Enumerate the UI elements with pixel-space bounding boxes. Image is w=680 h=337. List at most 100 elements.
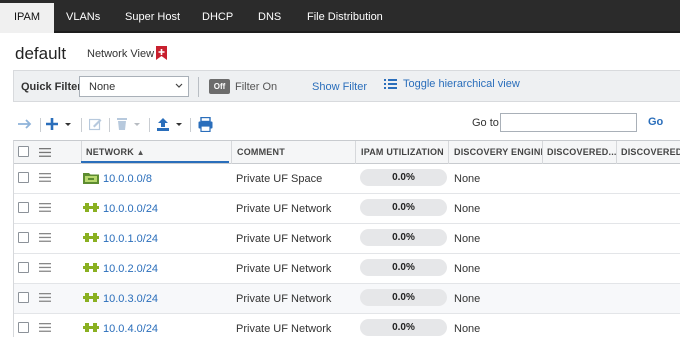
tab-dns[interactable]: DNS — [258, 0, 281, 33]
network-link[interactable]: 10.0.3.0/24 — [103, 293, 158, 305]
discovery-engine-cell: None — [454, 263, 481, 275]
select-all-checkbox[interactable] — [18, 146, 29, 157]
comment-cell: Private UF Network — [236, 323, 332, 335]
table-row[interactable]: 10.0.1.0/24 Private UF Network 0.0% None — [14, 224, 680, 254]
edit-icon[interactable] — [89, 117, 102, 131]
column-menu-icon[interactable] — [39, 148, 51, 157]
discovery-engine-cell: None — [454, 293, 481, 305]
table-row[interactable]: 10.0.3.0/24 Private UF Network 0.0% None — [14, 284, 680, 314]
row-menu-icon[interactable] — [39, 293, 51, 302]
network-view-label: Network View — [87, 48, 155, 60]
go-to-label: Go to — [472, 117, 499, 129]
discovery-engine-cell: None — [454, 203, 481, 215]
network-icon — [83, 323, 99, 332]
list-icon[interactable] — [384, 78, 397, 90]
row-checkbox[interactable] — [18, 262, 29, 273]
column-divider — [231, 141, 232, 164]
row-checkbox[interactable] — [18, 322, 29, 333]
show-filter-link[interactable]: Show Filter — [312, 81, 367, 93]
comment-cell: Private UF Network — [236, 263, 332, 275]
utilization-pill: 0.0% — [360, 289, 447, 306]
row-menu-icon[interactable] — [39, 263, 51, 272]
table-row[interactable]: 10.0.4.0/24 Private UF Network 0.0% None — [14, 314, 680, 337]
row-checkbox[interactable] — [18, 292, 29, 303]
toolbar-divider — [81, 118, 82, 132]
row-menu-icon[interactable] — [39, 323, 51, 332]
go-to-input[interactable] — [500, 113, 637, 132]
network-link[interactable]: 10.0.0.0/24 — [103, 203, 158, 215]
go-button[interactable]: Go — [648, 116, 663, 128]
toolbar-divider — [40, 118, 41, 132]
tab-file-distribution[interactable]: File Distribution — [307, 0, 383, 33]
comment-cell: Private UF Network — [236, 293, 332, 305]
column-header-discovered-v[interactable]: DISCOVERED V — [621, 141, 680, 164]
chevron-down-icon — [175, 83, 183, 88]
network-link[interactable]: 10.0.2.0/24 — [103, 263, 158, 275]
row-checkbox[interactable] — [18, 172, 29, 183]
filter-toggle[interactable]: Off — [209, 79, 230, 94]
filter-bar: Quick Filter None Off Filter On Show Fil… — [13, 70, 680, 102]
toolbar: Go to Go — [0, 110, 680, 140]
column-header-network-label: NETWORK — [86, 147, 134, 157]
bookmark-icon[interactable] — [156, 46, 167, 60]
add-icon[interactable] — [46, 117, 74, 131]
toolbar-divider — [109, 118, 110, 132]
network-icon — [83, 203, 99, 212]
delete-icon[interactable] — [116, 117, 144, 131]
network-link[interactable]: 10.0.0.0/8 — [103, 173, 152, 185]
column-divider — [616, 141, 617, 164]
utilization-pill: 0.0% — [360, 259, 447, 276]
export-icon[interactable] — [157, 117, 185, 132]
filter-on-label: Filter On — [235, 81, 278, 93]
row-checkbox[interactable] — [18, 232, 29, 243]
page-title: default — [15, 44, 67, 63]
row-menu-icon[interactable] — [39, 233, 51, 242]
arrow-right-icon[interactable] — [17, 117, 33, 131]
network-container-icon — [83, 173, 99, 184]
row-menu-icon[interactable] — [39, 203, 51, 212]
comment-cell: Private UF Space — [236, 173, 323, 185]
row-checkbox[interactable] — [18, 202, 29, 213]
utilization-pill: 0.0% — [360, 319, 447, 336]
network-grid: NETWORK ▲ COMMENT IPAM UTILIZATION DISCO… — [13, 140, 680, 337]
row-menu-icon[interactable] — [39, 173, 51, 182]
tab-super-host[interactable]: Super Host — [125, 0, 180, 33]
sort-indicator — [81, 161, 229, 163]
tab-dhcp[interactable]: DHCP — [202, 0, 233, 33]
column-header-ipam-utilization[interactable]: IPAM UTILIZATION — [361, 141, 451, 164]
column-header-discovered[interactable]: DISCOVERED... — [547, 141, 617, 164]
network-icon — [83, 233, 99, 242]
grid-header: NETWORK ▲ COMMENT IPAM UTILIZATION DISCO… — [14, 141, 680, 164]
toggle-hierarchical-view-link[interactable]: Toggle hierarchical view — [403, 78, 520, 90]
discovery-engine-cell: None — [454, 323, 481, 335]
column-divider — [448, 141, 449, 164]
column-header-comment[interactable]: COMMENT — [237, 141, 352, 164]
print-icon[interactable] — [198, 117, 213, 132]
divider — [198, 77, 199, 97]
utilization-pill: 0.0% — [360, 229, 447, 246]
network-link[interactable]: 10.0.1.0/24 — [103, 233, 158, 245]
column-header-discovery-engine[interactable]: DISCOVERY ENGINE — [454, 141, 542, 164]
quick-filter-value: None — [89, 81, 116, 93]
table-row[interactable]: 10.0.0.0/24 Private UF Network 0.0% None — [14, 194, 680, 224]
column-divider — [355, 141, 356, 164]
network-icon — [83, 263, 99, 272]
quick-filter-label: Quick Filter — [21, 81, 82, 93]
sort-ascending-icon: ▲ — [136, 148, 145, 157]
table-row[interactable]: 10.0.2.0/24 Private UF Network 0.0% None — [14, 254, 680, 284]
discovery-engine-cell: None — [454, 173, 481, 185]
top-nav: IPAM VLANs Super Host DHCP DNS File Dist… — [0, 0, 680, 33]
table-row[interactable]: 10.0.0.0/8 Private UF Space 0.0% None — [14, 164, 680, 194]
network-link[interactable]: 10.0.4.0/24 — [103, 323, 158, 335]
utilization-pill: 0.0% — [360, 169, 447, 186]
comment-cell: Private UF Network — [236, 233, 332, 245]
quick-filter-select[interactable]: None — [79, 76, 189, 97]
discovery-engine-cell: None — [454, 233, 481, 245]
network-icon — [83, 293, 99, 302]
utilization-pill: 0.0% — [360, 199, 447, 216]
tab-vlans[interactable]: VLANs — [66, 0, 100, 33]
toolbar-divider — [149, 118, 150, 132]
column-divider — [542, 141, 543, 164]
toolbar-divider — [190, 118, 191, 132]
tab-ipam[interactable]: IPAM — [0, 0, 54, 33]
